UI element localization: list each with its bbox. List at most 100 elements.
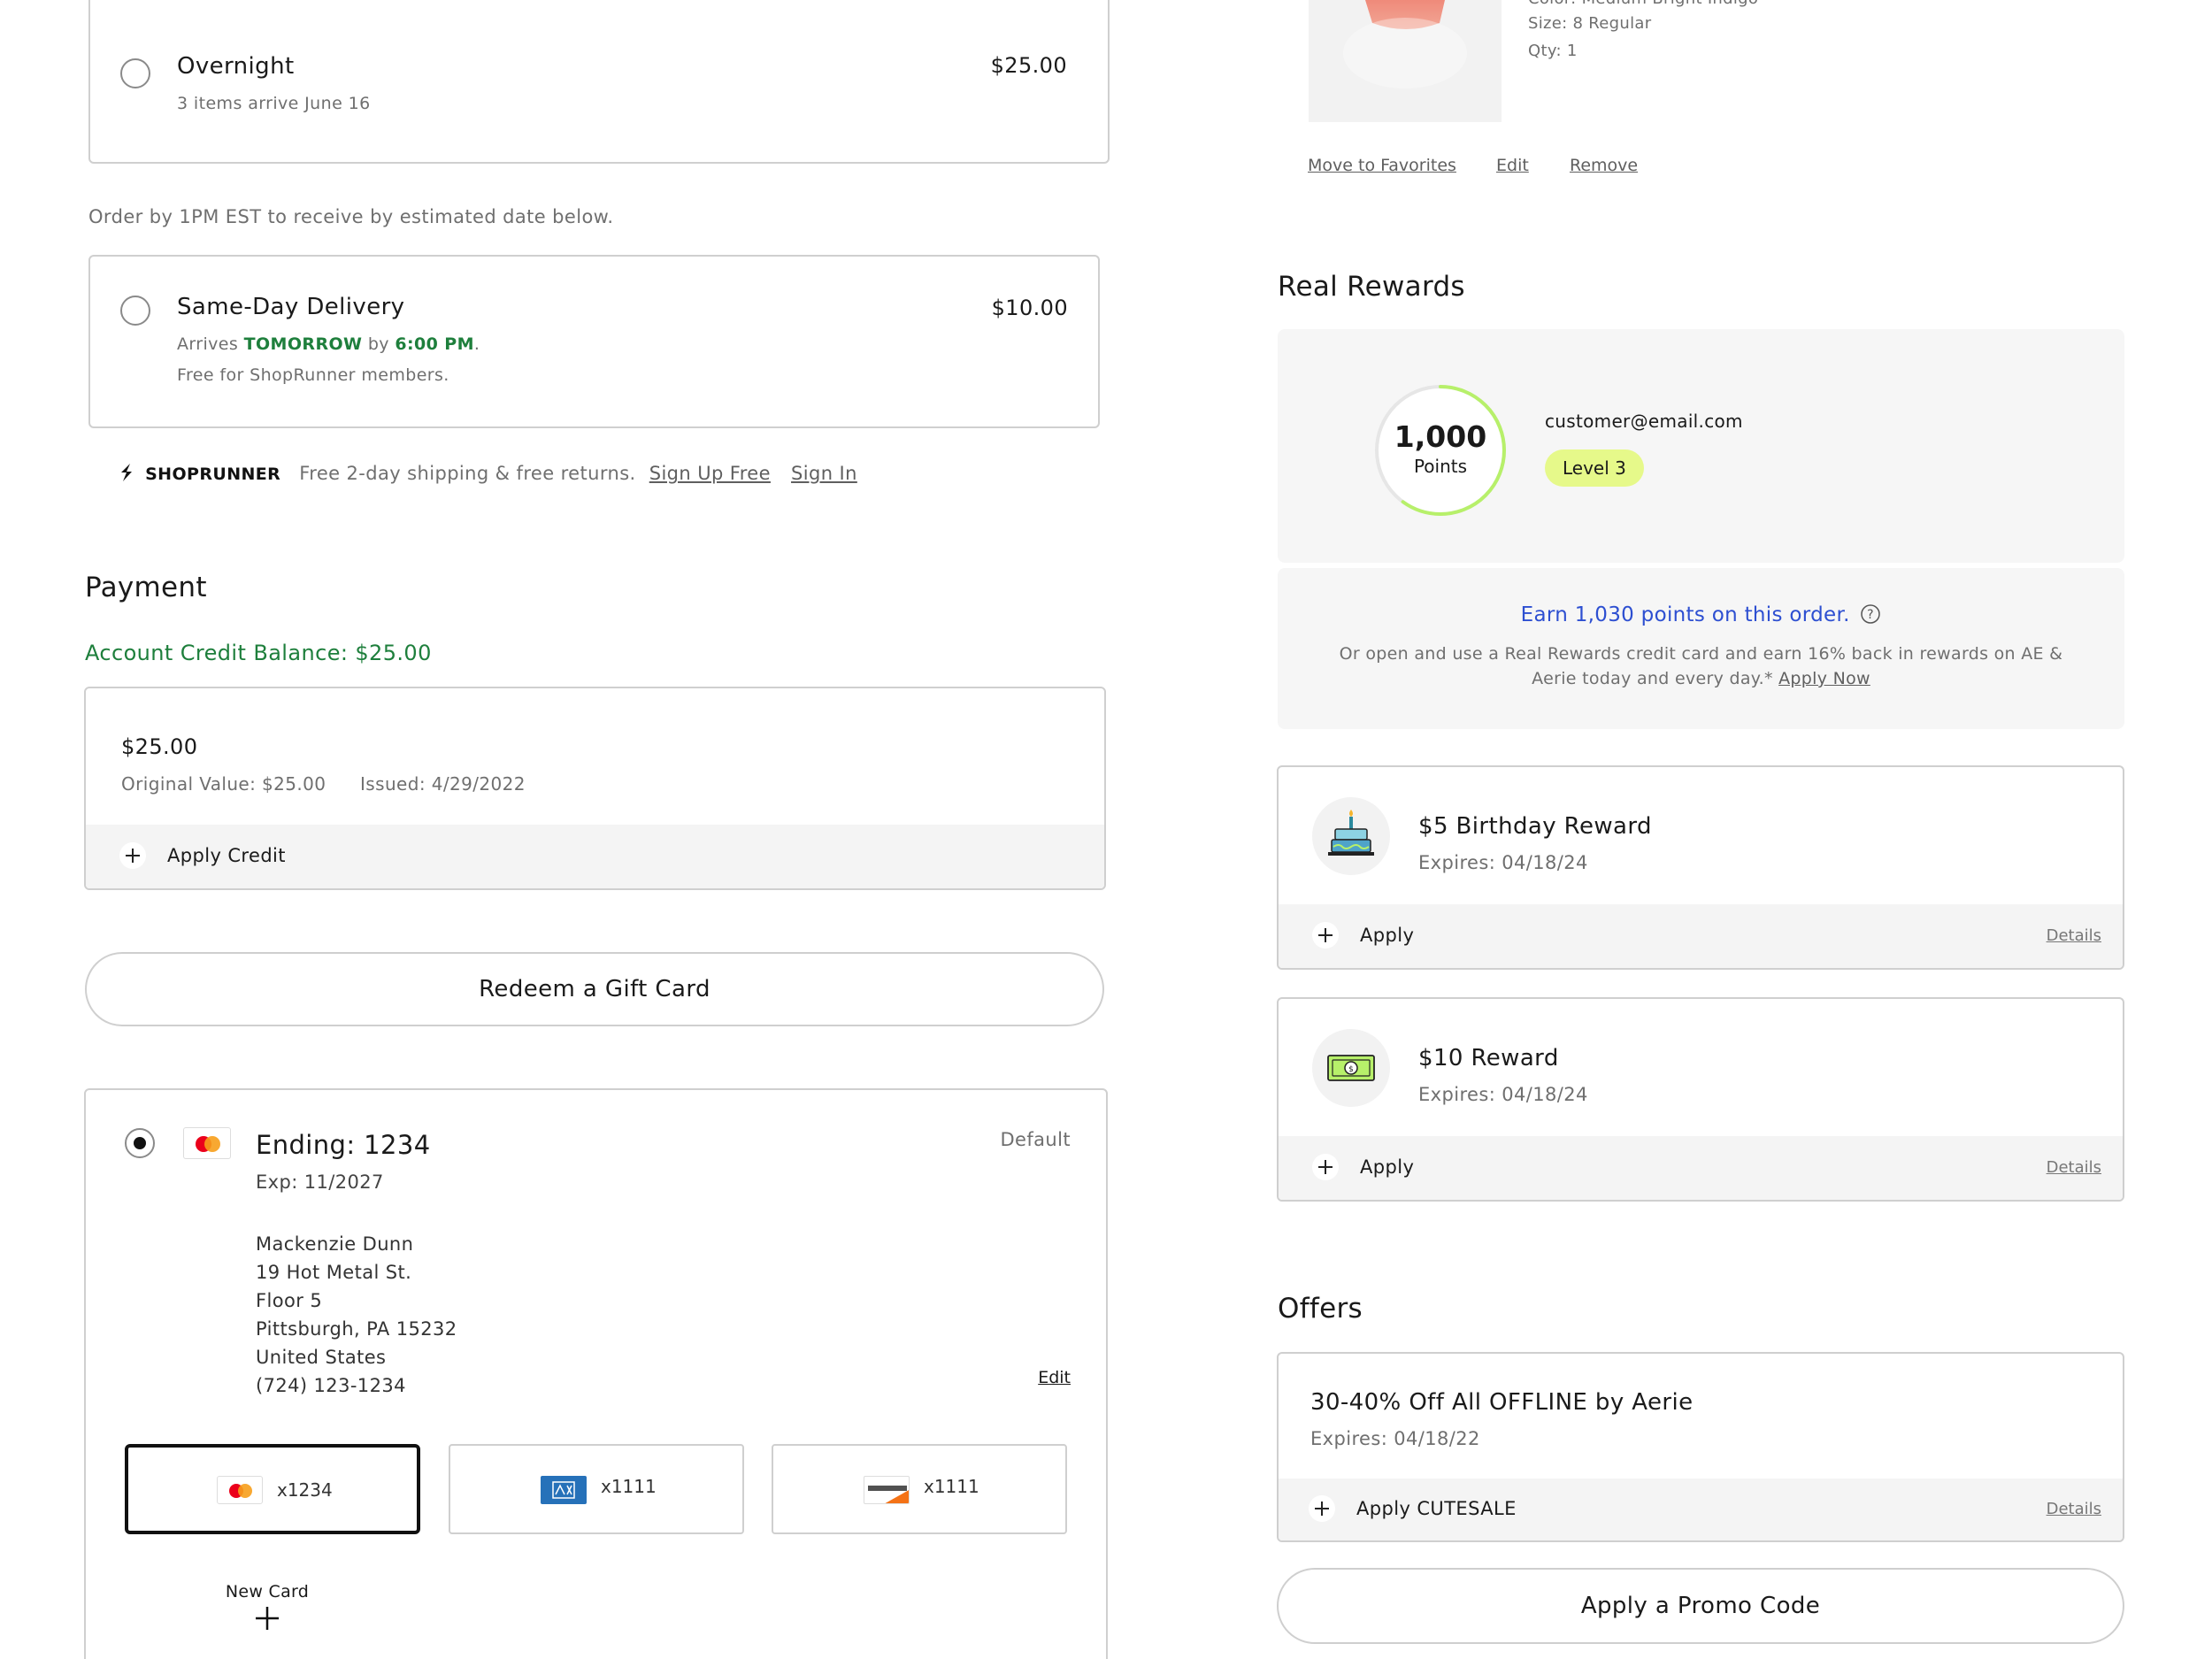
arrives-day: TOMORROW	[243, 334, 363, 354]
product-size: Size: 8 Regular	[1528, 14, 1652, 33]
saved-card-title: Ending: 1234	[256, 1130, 431, 1160]
new-card-button[interactable]: New Card	[210, 1582, 325, 1644]
rewards-summary: 1,000 Points customer@email.com Level 3	[1278, 329, 2124, 563]
reward-card: $ $10 Reward Expires: 04/18/24 Apply Det…	[1277, 997, 2124, 1202]
rewards-email: customer@email.com	[1545, 411, 1743, 432]
apply-reward-label: Apply	[1360, 1156, 1415, 1178]
offer-details-link[interactable]: Details	[2047, 1500, 2101, 1518]
arrives-suffix: .	[473, 334, 480, 354]
offers-heading: Offers	[1278, 1293, 1363, 1325]
same-day-arrival: Arrives TOMORROW by 6:00 PM.	[177, 334, 480, 354]
same-day-radio[interactable]	[120, 296, 150, 326]
credit-card-offer-text: Aerie today and every day.*	[1532, 669, 1773, 688]
shipping-option-overnight[interactable]: Overnight 3 items arrive June 16 $25.00	[88, 0, 1110, 164]
shipping-option-same-day[interactable]: Same-Day Delivery Arrives TOMORROW by 6:…	[88, 255, 1100, 428]
apply-reward-bar[interactable]: Apply Details	[1279, 904, 2123, 968]
saved-card-default-label: Default	[1000, 1129, 1071, 1150]
overnight-price: $25.00	[990, 53, 1067, 78]
reward-card: $5 Birthday Reward Expires: 04/18/24 App…	[1277, 765, 2124, 970]
product-thumbnail[interactable]	[1309, 0, 1502, 122]
svg-text:?: ?	[1867, 608, 1874, 622]
arrives-prefix: Arrives	[177, 334, 244, 354]
points-label: Points	[1413, 456, 1468, 477]
apply-offer-bar[interactable]: Apply CUTESALE Details	[1279, 1479, 2123, 1540]
same-day-note: Free for ShopRunner members.	[177, 365, 449, 385]
card-tile-label: x1234	[277, 1479, 333, 1501]
product-qty: Qty: 1	[1528, 42, 1578, 60]
reward-title: $10 Reward	[1418, 1045, 1559, 1071]
real-rewards-heading: Real Rewards	[1278, 271, 1465, 303]
mastercard-icon	[183, 1127, 231, 1159]
cart-item-edit-link[interactable]: Edit	[1496, 156, 1529, 175]
shoprunner-logo-icon	[121, 464, 132, 481]
account-credit-balance: Account Credit Balance: $25.00	[85, 641, 432, 665]
saved-card-edit-link[interactable]: Edit	[1038, 1368, 1071, 1387]
card-tile-mastercard[interactable]: x1234	[125, 1444, 420, 1534]
help-circle-icon[interactable]: ?	[1860, 603, 1881, 625]
shoprunner-bar: SHOPRUNNER Free 2-day shipping & free re…	[118, 462, 857, 492]
mastercard-icon	[217, 1476, 263, 1504]
card-tile-discover[interactable]: x1111	[772, 1444, 1067, 1534]
svg-text:$: $	[1348, 1065, 1354, 1074]
card-tile-label: x1111	[924, 1476, 979, 1497]
account-credit-card: $25.00 Original Value: $25.00 Issued: 4/…	[84, 687, 1106, 890]
plus-icon	[1312, 1154, 1339, 1180]
move-to-favorites-link[interactable]: Move to Favorites	[1308, 156, 1456, 175]
discover-icon	[864, 1476, 910, 1504]
amex-icon	[541, 1476, 587, 1504]
shoprunner-signup-link[interactable]: Sign Up Free	[649, 463, 771, 484]
reward-expires: Expires: 04/18/24	[1418, 1084, 1588, 1105]
product-image	[1343, 0, 1467, 88]
apply-now-link[interactable]: Apply Now	[1778, 669, 1870, 688]
credit-original-value: Original Value: $25.00	[121, 773, 326, 795]
apply-reward-bar[interactable]: Apply Details	[1279, 1136, 2123, 1200]
plus-icon	[1309, 1495, 1335, 1522]
level-badge: Level 3	[1545, 449, 1644, 487]
new-card-label: New Card	[225, 1582, 310, 1601]
cash-icon: $	[1312, 1029, 1390, 1107]
shoprunner-signin-link[interactable]: Sign In	[791, 463, 857, 484]
product-color: Color: Medium Bright Indigo	[1528, 0, 1758, 8]
address-line: Mackenzie Dunn	[256, 1233, 414, 1255]
card-tile-amex[interactable]: x1111	[449, 1444, 744, 1534]
apply-credit-bar[interactable]: Apply Credit	[86, 825, 1104, 888]
earn-points-label: Earn 1,030 points on this order.	[1520, 603, 1850, 626]
saved-card-panel: Ending: 1234 Default Exp: 11/2027 Macken…	[84, 1088, 1108, 1659]
plus-icon	[256, 1607, 279, 1630]
overnight-radio[interactable]	[120, 58, 150, 88]
credit-issued: Issued: 4/29/2022	[360, 773, 526, 795]
overnight-title: Overnight	[177, 53, 295, 80]
reward-details-link[interactable]: Details	[2047, 926, 2101, 945]
address-line: 19 Hot Metal St.	[256, 1262, 412, 1283]
offer-expires: Expires: 04/18/22	[1310, 1428, 1480, 1449]
plus-icon	[119, 842, 146, 869]
reward-details-link[interactable]: Details	[2047, 1158, 2101, 1177]
cart-item-remove-link[interactable]: Remove	[1570, 156, 1638, 175]
offer-title: 30-40% Off All OFFLINE by Aerie	[1310, 1389, 1694, 1416]
credit-card-offer-line2: Aerie today and every day.* Apply Now	[1278, 669, 2124, 688]
same-day-title: Same-Day Delivery	[177, 294, 405, 320]
points-value: 1,000	[1394, 419, 1487, 454]
same-day-price: $10.00	[991, 296, 1068, 320]
apply-promo-code-button[interactable]: Apply a Promo Code	[1277, 1568, 2124, 1644]
reward-title: $5 Birthday Reward	[1418, 813, 1652, 840]
payment-heading: Payment	[85, 572, 207, 603]
arrives-mid: by	[362, 334, 396, 354]
credit-card-offer-line1: Or open and use a Real Rewards credit ca…	[1339, 644, 2063, 664]
birthday-cake-icon	[1312, 797, 1390, 875]
saved-card-radio[interactable]	[125, 1128, 155, 1158]
address-line: Floor 5	[256, 1290, 323, 1311]
shoprunner-brand: SHOPRUNNER	[145, 465, 281, 484]
order-by-note: Order by 1PM EST to receive by estimated…	[88, 206, 614, 227]
card-tile-label: x1111	[601, 1476, 657, 1497]
reward-expires: Expires: 04/18/24	[1418, 852, 1588, 873]
billing-address: Mackenzie Dunn 19 Hot Metal St. Floor 5 …	[256, 1230, 457, 1400]
redeem-gift-card-button[interactable]: Redeem a Gift Card	[85, 952, 1104, 1026]
address-line: Pittsburgh, PA 15232	[256, 1318, 457, 1340]
shoprunner-text: Free 2-day shipping & free returns.	[299, 463, 636, 484]
apply-credit-label: Apply Credit	[167, 845, 286, 866]
offer-card: 30-40% Off All OFFLINE by Aerie Expires:…	[1277, 1352, 2124, 1542]
earn-points-text: Earn 1,030 points on this order. ?	[1278, 603, 2124, 626]
address-line: United States	[256, 1347, 387, 1368]
saved-card-exp: Exp: 11/2027	[256, 1171, 384, 1193]
